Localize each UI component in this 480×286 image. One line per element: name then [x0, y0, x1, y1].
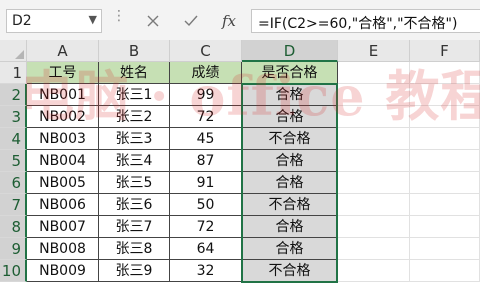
empty-cell[interactable] — [338, 194, 410, 216]
name-box-value: D2 — [12, 13, 32, 29]
empty-cell[interactable] — [338, 62, 410, 84]
table-cell[interactable]: 合格 — [242, 84, 338, 106]
header-cell[interactable]: 是否合格 — [242, 62, 338, 84]
table-cell[interactable]: 张三9 — [99, 260, 170, 282]
table-cell[interactable]: 张三8 — [99, 238, 170, 260]
column-header-f[interactable]: F — [410, 40, 480, 62]
header-cell[interactable]: 工号 — [27, 62, 99, 84]
cancel-icon[interactable] — [141, 9, 165, 33]
header-cell[interactable]: 姓名 — [99, 62, 170, 84]
column-header-e[interactable]: E — [338, 40, 410, 62]
table-cell[interactable]: 合格 — [242, 106, 338, 128]
empty-cell[interactable] — [338, 216, 410, 238]
empty-cell[interactable] — [338, 150, 410, 172]
empty-cell[interactable] — [410, 172, 480, 194]
header-cell[interactable]: 成绩 — [170, 62, 242, 84]
table-cell[interactable]: 45 — [170, 128, 242, 150]
table-cell[interactable]: NB004 — [27, 150, 99, 172]
table-cell[interactable]: NB002 — [27, 106, 99, 128]
table-cell[interactable]: 合格 — [242, 172, 338, 194]
row-header-6[interactable]: 6 — [0, 172, 27, 194]
table-cell[interactable]: 64 — [170, 238, 242, 260]
empty-cell[interactable] — [410, 84, 480, 106]
row-header-8[interactable]: 8 — [0, 216, 27, 238]
table-cell[interactable]: 72 — [170, 216, 242, 238]
empty-cell[interactable] — [410, 150, 480, 172]
table-cell[interactable]: 合格 — [242, 216, 338, 238]
table-cell[interactable]: 不合格 — [242, 128, 338, 150]
table-cell[interactable]: 合格 — [242, 238, 338, 260]
more-options-icon[interactable]: ⋮ — [112, 8, 126, 24]
table-cell[interactable]: NB005 — [27, 172, 99, 194]
table-cell[interactable]: 不合格 — [242, 260, 338, 282]
table-cell[interactable]: 张三6 — [99, 194, 170, 216]
table-cell[interactable]: NB008 — [27, 238, 99, 260]
table-cell[interactable]: 91 — [170, 172, 242, 194]
formula-text: =IF(C2>=60,"合格","不合格") — [258, 16, 458, 32]
empty-cell[interactable] — [338, 238, 410, 260]
row-header-4[interactable]: 4 — [0, 128, 27, 150]
chevron-down-icon[interactable]: ▼ — [89, 13, 97, 26]
column-header-b[interactable]: B — [99, 40, 170, 62]
table-cell[interactable]: NB003 — [27, 128, 99, 150]
table-cell[interactable]: 张三7 — [99, 216, 170, 238]
empty-cell[interactable] — [410, 238, 480, 260]
insert-function-icon[interactable]: fx — [217, 9, 241, 33]
table-cell[interactable]: 张三5 — [99, 172, 170, 194]
empty-cell[interactable] — [338, 128, 410, 150]
empty-cell[interactable] — [410, 194, 480, 216]
table-cell[interactable]: 50 — [170, 194, 242, 216]
name-box[interactable]: D2 ▼ — [6, 9, 102, 33]
row-header-7[interactable]: 7 — [0, 194, 27, 216]
column-header-c[interactable]: C — [170, 40, 242, 62]
table-cell[interactable]: 87 — [170, 150, 242, 172]
row-header-1[interactable]: 1 — [0, 62, 27, 84]
empty-cell[interactable] — [338, 84, 410, 106]
empty-cell[interactable] — [410, 260, 480, 282]
row-header-2[interactable]: 2 — [0, 84, 27, 106]
empty-cell[interactable] — [338, 106, 410, 128]
empty-cell[interactable] — [410, 62, 480, 84]
row-header-5[interactable]: 5 — [0, 150, 27, 172]
table-cell[interactable]: NB001 — [27, 84, 99, 106]
column-header-d[interactable]: D — [242, 40, 338, 62]
formula-input[interactable]: =IF(C2>=60,"合格","不合格") — [251, 9, 480, 33]
enter-icon[interactable] — [179, 9, 203, 33]
empty-cell[interactable] — [410, 216, 480, 238]
formula-buttons: fx — [131, 9, 249, 33]
table-cell[interactable]: 张三4 — [99, 150, 170, 172]
table-cell[interactable]: NB006 — [27, 194, 99, 216]
empty-cell[interactable] — [338, 260, 410, 282]
table-cell[interactable]: 张三1 — [99, 84, 170, 106]
table-cell[interactable]: 合格 — [242, 150, 338, 172]
table-cell[interactable]: 张三2 — [99, 106, 170, 128]
row-header-10[interactable]: 10 — [0, 260, 27, 282]
formula-bar-area: D2 ▼ ⋮ fx =IF(C2>=60,"合格","不合格") — [0, 0, 480, 41]
select-all-button[interactable] — [0, 40, 27, 62]
table-cell[interactable]: NB007 — [27, 216, 99, 238]
table-cell[interactable]: 99 — [170, 84, 242, 106]
row-header-3[interactable]: 3 — [0, 106, 27, 128]
table-cell[interactable]: 不合格 — [242, 194, 338, 216]
column-header-a[interactable]: A — [27, 40, 99, 62]
empty-cell[interactable] — [338, 172, 410, 194]
table-cell[interactable]: 张三3 — [99, 128, 170, 150]
table-cell[interactable]: NB009 — [27, 260, 99, 282]
empty-cell[interactable] — [410, 106, 480, 128]
table-cell[interactable]: 72 — [170, 106, 242, 128]
empty-cell[interactable] — [410, 128, 480, 150]
table-cell[interactable]: 32 — [170, 260, 242, 282]
row-header-9[interactable]: 9 — [0, 238, 27, 260]
